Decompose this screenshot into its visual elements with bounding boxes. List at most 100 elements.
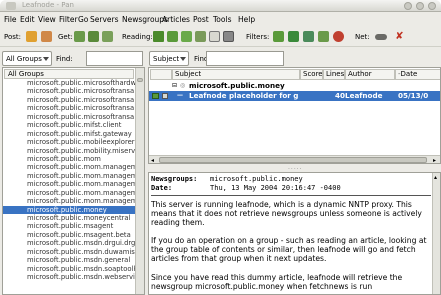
column-subject[interactable]: Subject <box>172 69 300 80</box>
save-icon[interactable] <box>209 31 220 42</box>
group-list-item[interactable]: microsoft.public.mom.managem <box>3 197 136 205</box>
header-newsgroups: Newsgroups: microsoft.public.money <box>151 175 303 183</box>
menu-post[interactable]: Post <box>193 15 209 24</box>
post-label: Post: <box>4 33 22 41</box>
collapse-icon[interactable]: ⊟ <box>172 81 177 91</box>
group-list-item[interactable]: microsoft.public.mom.managem <box>3 180 136 188</box>
get-all-icon[interactable] <box>102 31 113 42</box>
menu-filter[interactable]: Filter <box>59 15 78 24</box>
next-unread-icon[interactable] <box>167 31 178 42</box>
group-tree-node[interactable]: ⊟ ◎ microsoft.public.money <box>149 81 440 91</box>
get-new-headers-icon[interactable] <box>74 31 85 42</box>
filter-unread-icon[interactable] <box>288 31 299 42</box>
group-list-item[interactable]: microsoft.public.mom.managem <box>3 163 136 171</box>
scroll-up-icon[interactable]: ▴ <box>434 174 437 181</box>
column-author[interactable]: Author <box>345 69 395 80</box>
group-list-item[interactable]: microsoft.public.mom.managem <box>3 189 136 197</box>
group-list-item[interactable]: microsoft.public.mobility.miserve <box>3 147 136 155</box>
app-window: Leafnode - Pan File Edit View Filter Go … <box>0 0 441 295</box>
column-state[interactable] <box>150 69 172 80</box>
article-lines: 40 <box>335 91 346 100</box>
group-find-label: Find: <box>56 55 73 63</box>
group-list-item[interactable]: microsoft.public.microsoftransa <box>3 96 136 104</box>
group-list-item[interactable]: microsoft.public.mifst.gateway <box>3 130 136 138</box>
article-filter-bar: Subject Find: <box>148 50 441 67</box>
group-list-item[interactable]: microsoft.public.msdn.soaptoolk <box>3 265 136 273</box>
menu-articles[interactable]: Articles <box>162 15 190 24</box>
network-activity-icon[interactable] <box>375 34 387 40</box>
window-title: Leafnode - Pan <box>22 1 74 9</box>
group-list-item[interactable]: microsoft.public.microsofthardw <box>3 79 136 87</box>
body-paragraph: Since you have read this dummy article, … <box>151 272 403 291</box>
article-list: Subject Score Lines Author -Date ⊟ ◎ mic… <box>148 67 441 164</box>
column-lines[interactable]: Lines <box>323 69 345 80</box>
group-list-item[interactable]: microsoft.public.microsoftransa <box>3 113 136 121</box>
pane-splitter[interactable]: ····· <box>148 165 441 173</box>
group-list-item[interactable]: microsoft.public.moneycentral <box>3 214 136 222</box>
group-list-item[interactable]: microsoft.public.money <box>3 205 136 214</box>
menu-go[interactable]: Go <box>78 15 88 24</box>
subject-select[interactable]: Subject <box>149 51 189 66</box>
next-thread-icon[interactable] <box>181 31 192 42</box>
date-value: Thu, 13 May 2004 20:16:47 -0400 <box>210 184 341 192</box>
post-article-icon[interactable] <box>26 31 37 42</box>
group-filter-bar: All Groups Find: <box>0 50 145 67</box>
filter-watched-icon[interactable] <box>303 31 314 42</box>
menu-file[interactable]: File <box>4 15 17 24</box>
filter-ignored-icon[interactable] <box>333 31 344 42</box>
newsgroups-label: Newsgroups: <box>151 175 198 183</box>
cancel-task-icon[interactable]: ✘ <box>394 31 405 42</box>
menu-edit[interactable]: Edit <box>20 15 35 24</box>
group-list-item[interactable]: microsoft.public.msdn.webservic <box>3 273 136 281</box>
group-list-header[interactable]: All Groups <box>4 69 134 79</box>
header-separator <box>151 195 431 196</box>
column-date[interactable]: -Date <box>395 69 440 80</box>
maximize-button[interactable] <box>416 2 424 10</box>
print-icon[interactable] <box>223 31 234 42</box>
group-list: All Groups microsoft.public.microsofthar… <box>2 67 145 295</box>
groups-select[interactable]: All Groups <box>2 51 52 66</box>
menu-tools[interactable]: Tools <box>213 15 231 24</box>
group-list-item[interactable]: microsoft.public.microsoftransa <box>3 104 136 112</box>
viewer-scrollbar[interactable]: ▴ <box>432 173 440 294</box>
group-find-input[interactable] <box>86 51 143 66</box>
thread-line-icon: — <box>177 92 183 99</box>
group-list-item[interactable]: microsoft.public.microsoftransa <box>3 87 136 95</box>
menu-servers[interactable]: Servers <box>90 15 119 24</box>
toolbar: Post: Get: Reading: Filters: Net: ✘ <box>0 27 441 47</box>
group-list-item[interactable]: microsoft.public.mom.managem <box>3 172 136 180</box>
scroll-up-icon[interactable] <box>137 78 143 82</box>
column-date-label: Date <box>400 70 418 78</box>
get-subscribed-icon[interactable] <box>88 31 99 42</box>
minimize-button[interactable] <box>404 2 412 10</box>
group-list-item[interactable]: microsoft.public.msdn.drgui.drg <box>3 239 136 247</box>
menu-view[interactable]: View <box>38 15 56 24</box>
scroll-right-icon[interactable]: ▸ <box>433 157 436 163</box>
column-score[interactable]: Score <box>300 69 323 80</box>
article-row[interactable]: — Leafnode placeholder for g 40 Leafnode… <box>149 91 440 101</box>
filter-new-icon[interactable] <box>273 31 284 42</box>
group-list-item[interactable]: microsoft.public.msagent.beta <box>3 231 136 239</box>
group-list-item[interactable]: microsoft.public.msagent <box>3 222 136 230</box>
article-list-hscrollbar[interactable]: ◂ ▸ <box>149 155 440 163</box>
article-author: Leafnode <box>345 91 383 100</box>
filter-cached-icon[interactable] <box>318 31 329 42</box>
group-list-scrollbar[interactable] <box>135 68 144 294</box>
followup-icon[interactable] <box>41 31 52 42</box>
next-article-icon[interactable] <box>153 31 164 42</box>
group-list-item[interactable]: microsoft.public.msdn.duwamis <box>3 248 136 256</box>
article-find-input[interactable] <box>206 51 284 66</box>
hscroll-thumb[interactable] <box>159 157 427 163</box>
close-button[interactable] <box>428 2 436 10</box>
next-group-icon[interactable] <box>195 31 206 42</box>
group-list-item[interactable]: microsoft.public.mobileexplorer <box>3 138 136 146</box>
article-subject: Leafnode placeholder for g <box>189 91 299 100</box>
reading-label: Reading: <box>122 33 153 41</box>
cached-icon <box>162 93 168 99</box>
menu-help[interactable]: Help <box>238 15 255 24</box>
group-list-item[interactable]: microsoft.public.msdn.general <box>3 256 136 264</box>
scroll-left-icon[interactable]: ◂ <box>151 157 154 163</box>
group-list-item[interactable]: microsoft.public.mifst.client <box>3 121 136 129</box>
group-list-item[interactable]: microsoft.public.mom <box>3 155 136 163</box>
header-date: Date: Thu, 13 May 2004 20:16:47 -0400 <box>151 184 341 192</box>
